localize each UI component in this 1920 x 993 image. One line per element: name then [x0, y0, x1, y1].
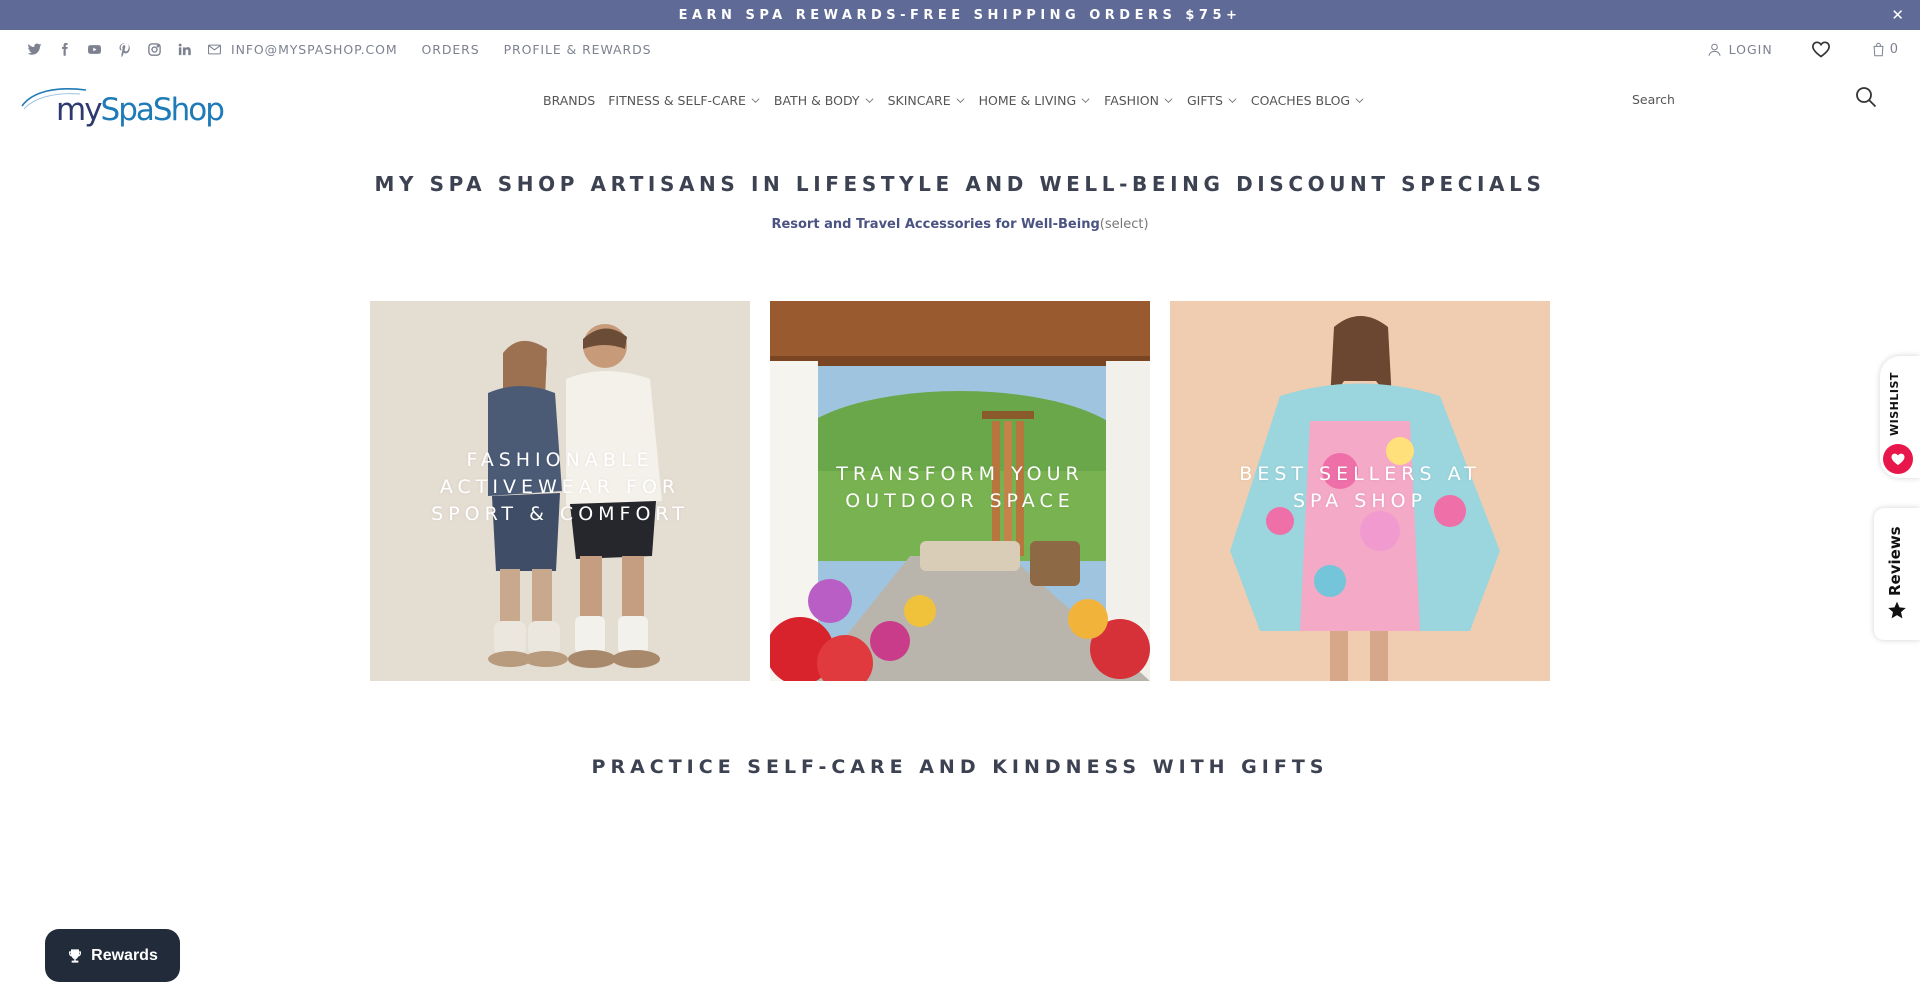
heart-icon [1883, 444, 1913, 474]
nav-item-bath-body[interactable]: BATH & BODY [774, 93, 875, 108]
twitter-icon[interactable] [26, 41, 43, 58]
tile-caption-activewear: FASHIONABLE ACTIVEWEAR FOR SPORT & COMFO… [431, 449, 689, 525]
social-links [26, 41, 223, 58]
nav-item-label: BATH & BODY [773, 92, 860, 108]
star-icon [1888, 601, 1906, 619]
chevron-down-icon [1081, 97, 1090, 103]
chevron-down-icon [1355, 97, 1364, 103]
email-link[interactable]: INFO@MYSPASHOP.COM [231, 42, 398, 57]
wishlist-heart-icon[interactable] [1811, 39, 1831, 59]
reviews-tab-label: Reviews [1886, 526, 1904, 596]
pinterest-icon[interactable] [116, 41, 133, 58]
site-logo[interactable]: mySpaShop [20, 82, 225, 132]
chevron-down-icon [956, 97, 965, 103]
login-label: LOGIN [1728, 41, 1773, 57]
nav-item-coaches-blog[interactable]: COACHES BLOG [1251, 93, 1365, 108]
nav-item-gifts[interactable]: GIFTS [1187, 93, 1238, 108]
nav-item-label: SKINCARE [887, 92, 951, 108]
tile-caption-outdoor: TRANSFORM YOUR OUTDOOR SPACE [836, 463, 1084, 512]
close-icon[interactable]: ✕ [1891, 6, 1904, 24]
section-title: PRACTICE SELF-CARE AND KINDNESS WITH GIF… [591, 756, 1329, 778]
nav-item-label: COACHES BLOG [1250, 92, 1351, 108]
nav-item-brands[interactable]: BRANDS [543, 93, 595, 108]
nav-item-label: GIFTS [1186, 92, 1223, 108]
cart-count: 0 [1889, 41, 1898, 57]
chevron-down-icon [1228, 97, 1237, 103]
search-bar [1620, 82, 1880, 116]
search-input[interactable] [1620, 91, 1830, 107]
instagram-icon[interactable] [146, 41, 163, 58]
chevron-down-icon [865, 97, 874, 103]
orders-link[interactable]: ORDERS [422, 42, 480, 57]
nav-item-fitness-self-care[interactable]: FITNESS & SELF-CARE [608, 93, 761, 108]
main-nav: BRANDS FITNESS & SELF-CARE BATH & BODY SKIN… [543, 90, 1378, 110]
profile-rewards-link[interactable]: PROFILE & REWARDS [504, 42, 652, 57]
collection-filter: Resort and Travel Accessories for Well-B… [0, 217, 1920, 232]
account-controls: LOGIN 0 [1707, 30, 1920, 68]
user-icon [1708, 43, 1721, 56]
mail-icon[interactable] [206, 41, 223, 58]
youtube-icon[interactable] [86, 41, 103, 58]
shopping-bag-icon [1873, 42, 1884, 56]
announcement-bar: EARN SPA REWARDS-FREE SHIPPING ORDERS $7… [0, 0, 1920, 30]
cart-button[interactable]: 0 [1871, 42, 1898, 57]
promo-tile-outdoor[interactable]: TRANSFORM YOUR OUTDOOR SPACE [770, 301, 1150, 681]
reviews-side-tab[interactable]: Reviews [1874, 508, 1920, 640]
wishlist-side-tab[interactable]: WISHLIST [1880, 356, 1920, 478]
collection-select[interactable]: (select) [1100, 217, 1149, 232]
nav-item-skincare[interactable]: SKINCARE [888, 93, 966, 108]
utility-bar: INFO@MYSPASHOP.COM ORDERS PROFILE & REWA… [0, 30, 1920, 68]
page-title: MY SPA SHOP ARTISANS IN LIFESTYLE AND WE… [374, 172, 1546, 196]
rewards-label: Rewards [91, 946, 158, 964]
search-icon[interactable] [1854, 85, 1880, 111]
promo-tile-bestsellers[interactable]: BEST SELLERS AT SPA SHOP [1170, 301, 1550, 681]
nav-item-home-living[interactable]: HOME & LIVING [979, 93, 1092, 108]
nav-item-label: HOME & LIVING [978, 92, 1077, 108]
chevron-down-icon [1164, 97, 1173, 103]
nav-item-fashion[interactable]: FASHION [1104, 93, 1174, 108]
nav-item-label: FASHION [1104, 92, 1159, 108]
chevron-down-icon [751, 97, 760, 103]
facebook-icon[interactable] [56, 41, 73, 58]
nav-item-label: FITNESS & SELF-CARE [608, 92, 746, 108]
promo-tile-activewear[interactable]: FASHIONABLE ACTIVEWEAR FOR SPORT & COMFO… [370, 301, 750, 681]
rewards-button[interactable]: Rewards [45, 929, 180, 982]
linkedin-icon[interactable] [176, 41, 193, 58]
login-link[interactable]: LOGIN [1707, 42, 1773, 57]
wishlist-tab-label: WISHLIST [1888, 372, 1901, 436]
announcement-text: EARN SPA REWARDS-FREE SHIPPING ORDERS $7… [678, 7, 1242, 23]
tile-caption-bestsellers: BEST SELLERS AT SPA SHOP [1239, 463, 1481, 512]
logo-wordmark: mySpaShop [56, 92, 225, 128]
nav-item-label: BRANDS [543, 92, 596, 108]
collection-link[interactable]: Resort and Travel Accessories for Well-B… [771, 217, 1099, 232]
trophy-icon [69, 948, 82, 963]
